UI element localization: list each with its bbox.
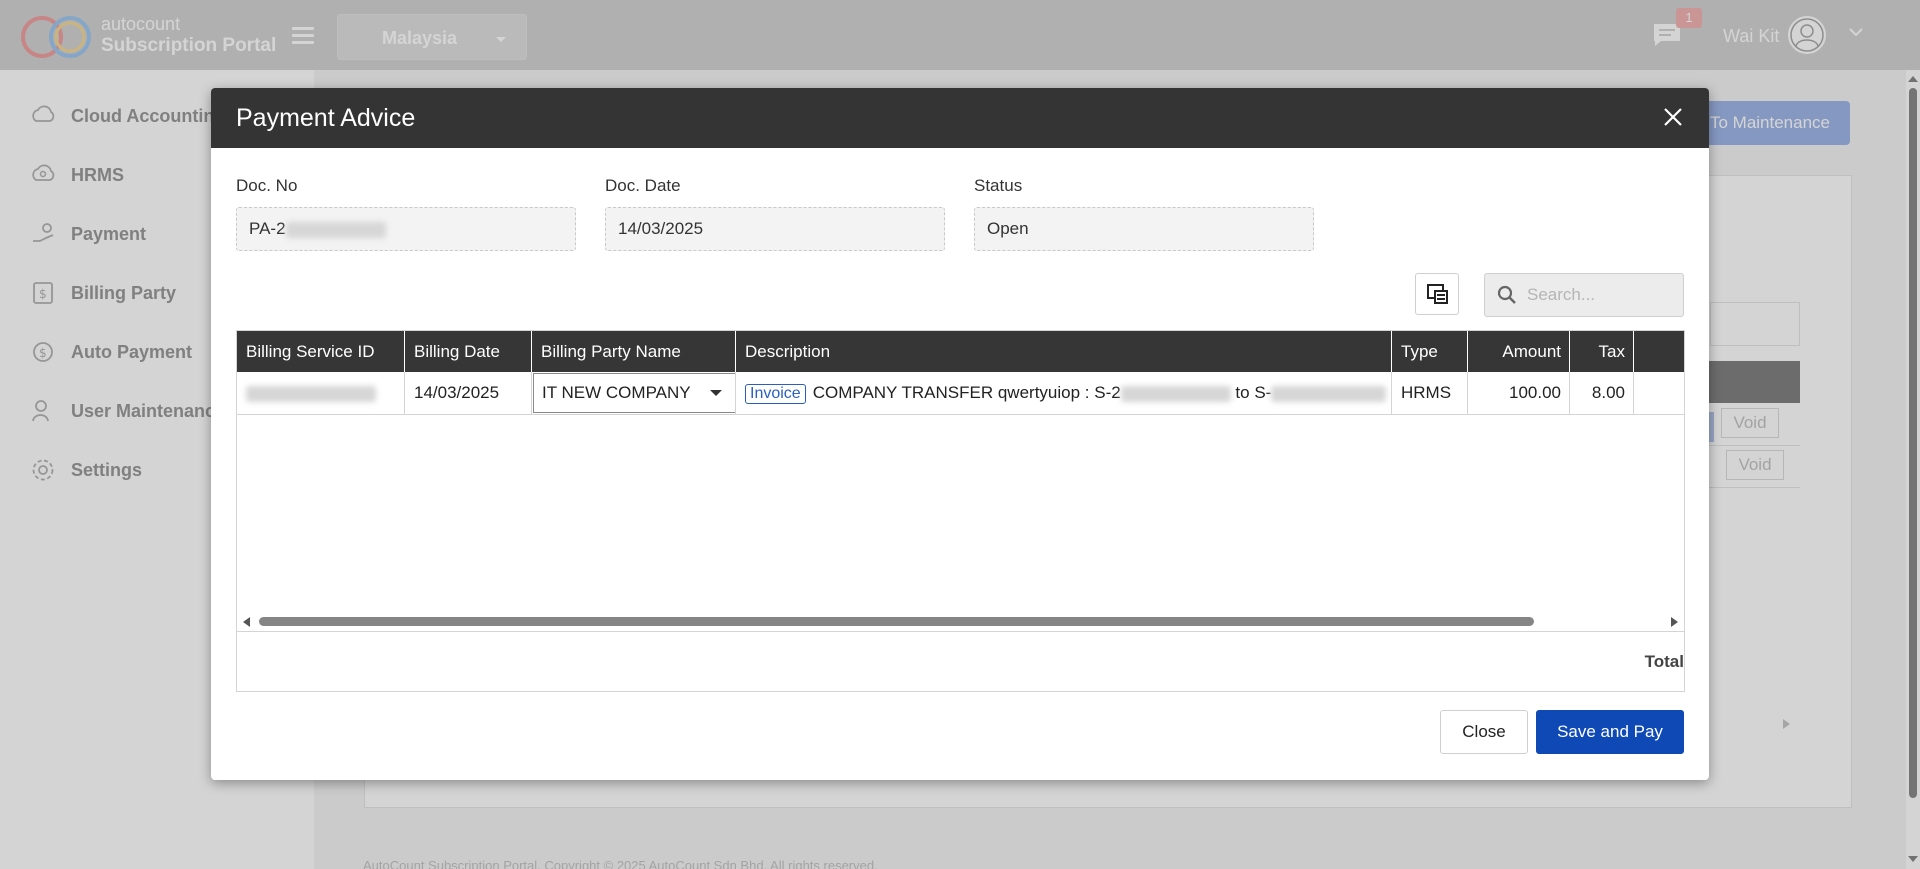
horizontal-scrollbar[interactable] (237, 615, 1684, 629)
scrollbar-thumb[interactable] (259, 617, 1534, 626)
invoice-badge[interactable]: Invoice (745, 383, 806, 404)
billing-date-cell: 14/03/2025 (405, 372, 532, 414)
amount-cell: 100.00 (1468, 372, 1570, 414)
save-and-pay-button[interactable]: Save and Pay (1536, 710, 1684, 754)
grid-header: Billing Service ID Billing Date Billing … (237, 331, 1684, 372)
redacted-text (246, 385, 376, 402)
column-header-description[interactable]: Description (736, 331, 1392, 372)
column-header-tax[interactable]: Tax (1570, 331, 1634, 372)
tax-cell: 8.00 (1570, 372, 1634, 414)
redacted-text (1271, 385, 1387, 402)
column-header-billing-party-name[interactable]: Billing Party Name (532, 331, 736, 372)
dialog-title: Payment Advice (236, 104, 416, 132)
doc-date-label: Doc. Date (605, 176, 681, 195)
search-icon (1497, 285, 1516, 304)
column-chooser-button[interactable] (1415, 273, 1459, 315)
billing-party-cell: IT NEW COMPANY (532, 372, 736, 414)
billing-party-value: IT NEW COMPANY (542, 383, 691, 402)
payment-advice-dialog: Payment Advice Doc. No PA-2 Doc. Date 14… (211, 88, 1709, 780)
column-header-billing-service-id[interactable]: Billing Service ID (237, 331, 405, 372)
description-text-middle: to S- (1235, 383, 1272, 402)
status-label: Status (974, 176, 1023, 195)
type-cell: HRMS (1392, 372, 1468, 414)
column-header-amount[interactable]: Amount (1468, 331, 1570, 372)
doc-date-field: 14/03/2025 (605, 207, 945, 251)
column-chooser-icon (1427, 284, 1448, 304)
description-cell: Invoice COMPANY TRANSFER qwertyuiop : S-2… (736, 372, 1392, 414)
table-row[interactable]: 14/03/2025 IT NEW COMPANY Invoice COMPANY… (237, 372, 1684, 415)
caret-down-icon[interactable] (710, 390, 722, 396)
scroll-right-icon[interactable] (1671, 617, 1678, 627)
scroll-left-icon[interactable] (243, 617, 250, 627)
close-icon[interactable] (1662, 106, 1684, 128)
doc-no-label: Doc. No (236, 176, 298, 195)
column-header-billing-date[interactable]: Billing Date (405, 331, 532, 372)
total-label: Total (1644, 652, 1684, 671)
redacted-text (285, 221, 386, 238)
column-header-type[interactable]: Type (1392, 331, 1468, 372)
description-text: COMPANY TRANSFER qwertyuiop : S-2 (812, 383, 1121, 402)
grid-footer: Total (237, 631, 1684, 691)
column-header-extra (1634, 331, 1684, 372)
redacted-text (1120, 385, 1231, 402)
doc-no-field: PA-2 (236, 207, 576, 251)
doc-no-value: PA-2 (249, 219, 286, 238)
status-field: Open (974, 207, 1314, 251)
close-button[interactable]: Close (1440, 710, 1528, 754)
billing-service-id-cell (237, 372, 405, 414)
billing-party-select[interactable]: IT NEW COMPANY (533, 373, 735, 413)
extra-cell (1634, 372, 1684, 414)
billing-grid: Billing Service ID Billing Date Billing … (236, 330, 1685, 692)
dialog-header: Payment Advice (211, 88, 1709, 148)
